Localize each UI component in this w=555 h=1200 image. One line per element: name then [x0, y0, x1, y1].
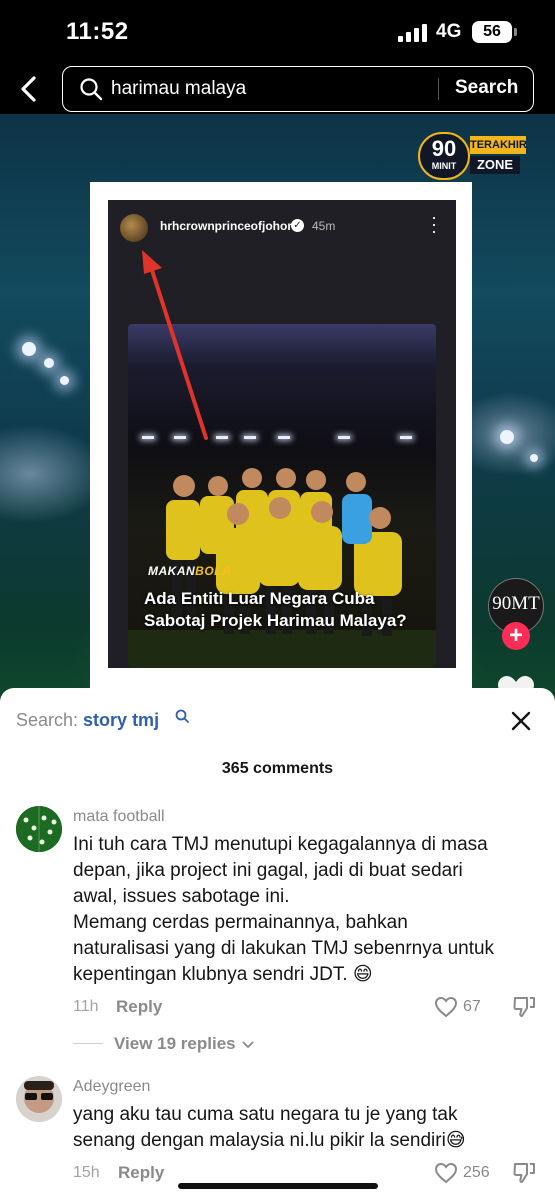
- search-button[interactable]: Search: [455, 77, 518, 99]
- stadium-light: [44, 358, 54, 368]
- signal-icon: [398, 24, 428, 42]
- heart-outline-icon[interactable]: [434, 996, 458, 1018]
- follow-plus-button[interactable]: +: [502, 622, 530, 650]
- logo-zone: ZONE: [470, 156, 520, 174]
- search-icon: [175, 709, 189, 723]
- instagram-story: hrhcrownprinceofjohor ✓ 45m · · · MAKANB…: [108, 200, 456, 668]
- back-button[interactable]: [14, 72, 44, 106]
- search-prefix: Search:: [16, 710, 84, 730]
- comment-username[interactable]: Adeygreen: [73, 1078, 150, 1096]
- comment-username[interactable]: mata football: [73, 808, 165, 826]
- news-headline: Ada Entiti Luar Negara Cuba Sabotaj Proj…: [144, 589, 407, 630]
- story-time: 45m: [312, 219, 336, 233]
- comment-time: 15h: [73, 1164, 100, 1181]
- search-divider: [438, 78, 439, 100]
- replies-divider: [73, 1043, 103, 1044]
- thumbs-down-icon[interactable]: [512, 994, 536, 1018]
- battery-icon: 56: [472, 21, 517, 43]
- search-term[interactable]: story tmj: [83, 710, 159, 730]
- story-username: hrhcrownprinceofjohor: [160, 219, 292, 233]
- stadium-light: [530, 454, 538, 462]
- red-arrow-annotation: [142, 250, 208, 440]
- network-label: 4G: [436, 21, 462, 42]
- comments-sheet: Search: story tmj 365 comments mata foot…: [0, 688, 555, 1200]
- stadium-light: [60, 376, 69, 385]
- verified-icon: ✓: [291, 219, 304, 232]
- chevron-left-icon: [21, 76, 36, 102]
- channel-logo: 90 MINIT TERAKHIR ZONE: [418, 132, 527, 180]
- reply-button[interactable]: Reply: [116, 997, 162, 1017]
- chevron-down-icon: [242, 1040, 254, 1048]
- comment-text: Ini tuh cara TMJ menutupi kegagalannya d…: [73, 834, 495, 985]
- comment-avatar[interactable]: [16, 1076, 62, 1122]
- creator-logo-text: 90MT: [492, 593, 540, 614]
- story-screenshot: hrhcrownprinceofjohor ✓ 45m · · · MAKANB…: [90, 182, 472, 688]
- more-vertical-icon: · · ·: [431, 207, 437, 241]
- status-time: 11:52: [66, 18, 129, 45]
- heart-outline-icon[interactable]: [434, 1162, 458, 1184]
- logo-minit: MINIT: [431, 161, 457, 171]
- logo-number: 90: [431, 136, 457, 161]
- view-replies-button[interactable]: View 19 replies: [114, 1034, 254, 1054]
- home-indicator: [178, 1183, 378, 1189]
- stadium-light: [22, 342, 36, 356]
- thumbs-down-icon[interactable]: [512, 1160, 536, 1184]
- like-count: 256: [463, 1164, 490, 1181]
- user-photo-icon: [16, 1076, 62, 1122]
- search-box[interactable]: Search: [62, 66, 534, 112]
- reply-button[interactable]: Reply: [118, 1163, 164, 1183]
- search-header: Search: [0, 62, 555, 114]
- comment-avatar[interactable]: [16, 806, 62, 852]
- logo-terakhir: TERAKHIR: [470, 136, 527, 154]
- comment-text: yang aku tau cuma satu negara tu je yang…: [73, 1104, 466, 1151]
- football-formation-icon: [16, 806, 62, 852]
- makanbola-logo: MAKANBOLA: [148, 564, 232, 578]
- comment-search-suggestion[interactable]: Search: story tmj: [16, 710, 159, 731]
- search-input[interactable]: [111, 67, 431, 110]
- comment-time: 11h: [73, 998, 99, 1015]
- status-bar: 11:52 4G 56: [0, 0, 555, 62]
- like-count: 67: [463, 998, 481, 1015]
- comment-count: 365 comments: [221, 760, 334, 777]
- close-icon[interactable]: [510, 710, 532, 732]
- story-avatar: [120, 214, 148, 242]
- video-player[interactable]: 90 MINIT TERAKHIR ZONE hrhcrownprinceofj…: [0, 114, 555, 714]
- stadium-light: [500, 430, 514, 444]
- search-icon: [80, 78, 103, 101]
